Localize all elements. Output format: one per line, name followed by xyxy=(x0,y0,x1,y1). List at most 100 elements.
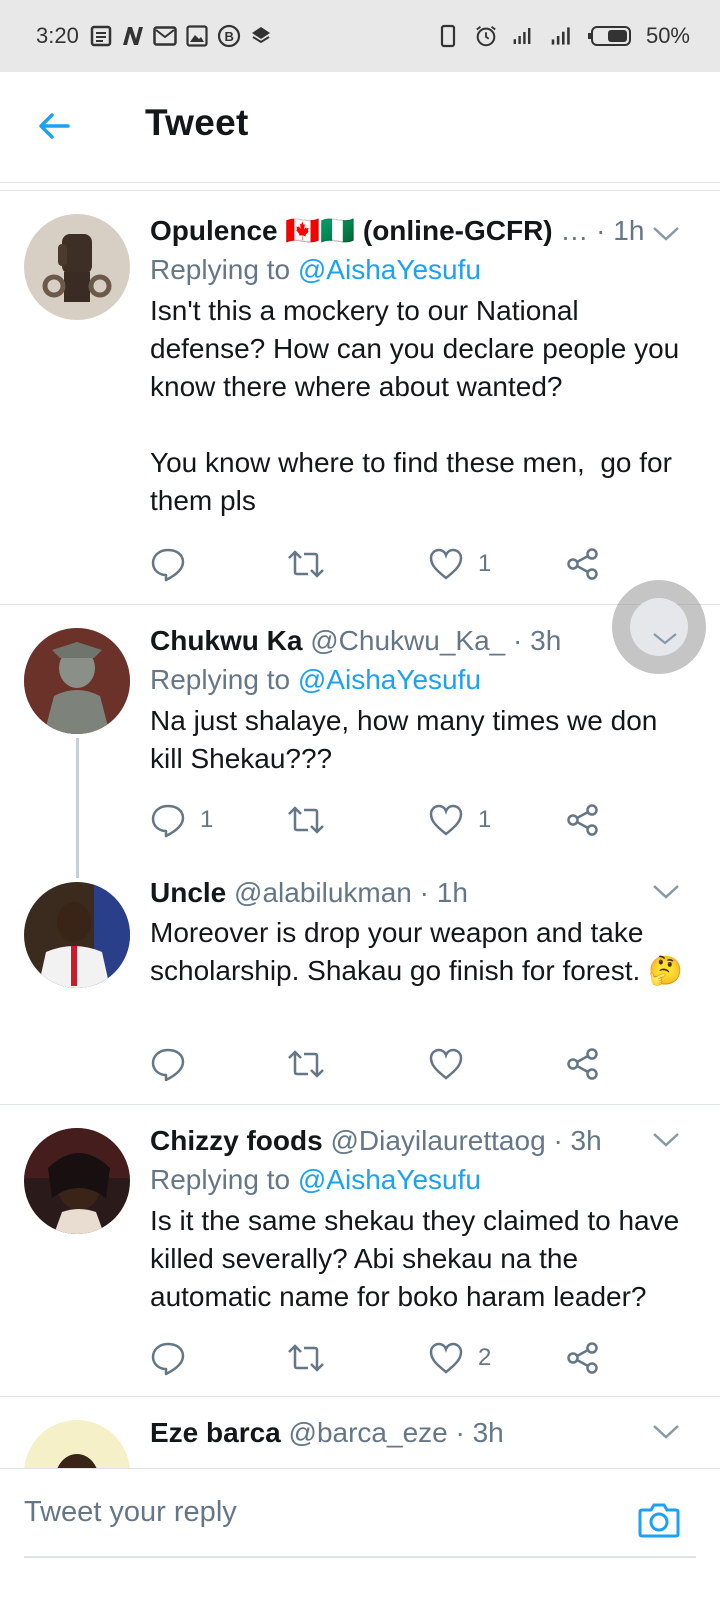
retweet-icon xyxy=(288,806,324,834)
battery-level: 50% xyxy=(645,23,690,48)
tweet-item[interactable]: Uncle @alabilukman · 1h Moreover is drop… xyxy=(0,862,720,1104)
heart-icon xyxy=(429,1342,463,1374)
back-arrow-icon[interactable] xyxy=(34,106,74,146)
mention-link[interactable]: @AishaYesufu xyxy=(298,664,481,695)
image-icon xyxy=(185,24,209,48)
signal-icon xyxy=(550,24,574,48)
svg-text:B: B xyxy=(224,29,233,44)
like-count: 1 xyxy=(478,550,492,577)
reply-button[interactable] xyxy=(150,1044,200,1084)
tweet-text: Moreover is drop your weapon and take sc… xyxy=(150,917,683,986)
avatar[interactable] xyxy=(24,628,130,734)
alarm-icon xyxy=(474,24,498,48)
reply-icon xyxy=(151,804,185,838)
tweet-text: Is it the same shekau they claimed to ha… xyxy=(150,1205,687,1312)
retweet-button[interactable] xyxy=(286,544,326,584)
heart-icon xyxy=(429,804,463,836)
reply-icon xyxy=(151,548,185,582)
tweet-time: 3h xyxy=(530,625,562,656)
mention-link[interactable]: @AishaYesufu xyxy=(298,1164,481,1195)
retweet-button[interactable] xyxy=(286,1044,326,1084)
reply-input[interactable]: Tweet your reply xyxy=(24,1496,237,1529)
heart-icon xyxy=(429,548,463,580)
share-icon xyxy=(567,548,598,580)
tweet-item[interactable]: Chukwu Ka @Chukwu_Ka_ · 3h Replying to @… xyxy=(0,604,720,878)
user-handle: @Chukwu_Ka_ xyxy=(310,625,506,656)
like-count: 2 xyxy=(478,1344,492,1371)
n-app-icon xyxy=(121,24,145,48)
display-name[interactable]: Opulence 🇨🇦🇳🇬 (online-GCFR) xyxy=(150,215,553,246)
heart-icon xyxy=(429,1048,463,1080)
user-handle: @alabilukman xyxy=(234,877,412,908)
tweet-text: Na just shalaye, how many times we don k… xyxy=(150,705,666,774)
display-name[interactable]: Chizzy foods xyxy=(150,1125,323,1156)
camera-icon[interactable] xyxy=(638,1500,680,1540)
layers-icon xyxy=(249,24,273,48)
tweet-actions: 2 xyxy=(150,1338,610,1378)
retweet-button[interactable] xyxy=(286,1338,326,1378)
share-icon xyxy=(567,1048,598,1080)
display-name[interactable]: Eze barca xyxy=(150,1417,281,1448)
status-time: 3:20 xyxy=(36,23,79,48)
tweet-time: 1h xyxy=(436,877,468,908)
like-button[interactable]: 1 xyxy=(428,544,491,584)
tweet-item[interactable]: Chizzy foods @Diayilaurettaog · 3h Reply… xyxy=(0,1104,720,1396)
battery-icon xyxy=(587,24,632,48)
input-underline xyxy=(24,1556,696,1558)
chevron-down-icon[interactable] xyxy=(652,884,680,900)
b-circle-icon: B xyxy=(217,24,241,48)
like-count: 1 xyxy=(478,806,492,833)
retweet-button[interactable] xyxy=(286,800,326,840)
share-button[interactable] xyxy=(566,544,600,584)
user-handle: @Diayilaurettaog xyxy=(330,1125,546,1156)
chevron-down-icon[interactable] xyxy=(652,1132,680,1148)
avatar[interactable] xyxy=(24,1420,130,1468)
avatar[interactable] xyxy=(24,882,130,988)
tweet-time: 3h xyxy=(472,1417,504,1448)
app-header: Tweet xyxy=(0,72,720,183)
share-button[interactable] xyxy=(566,1044,600,1084)
chevron-down-icon[interactable] xyxy=(652,226,680,242)
tweet-text: Isn't this a mockery to our National def… xyxy=(150,295,680,516)
page-title: Tweet xyxy=(145,102,249,143)
retweet-icon xyxy=(288,550,324,578)
share-button[interactable] xyxy=(566,800,600,840)
reply-button[interactable] xyxy=(150,544,200,584)
mention-link[interactable]: @AishaYesufu xyxy=(298,254,481,285)
retweet-icon xyxy=(288,1344,324,1372)
replying-label: Replying to xyxy=(150,664,291,695)
reply-button[interactable]: 1 xyxy=(150,800,213,840)
tweet-item[interactable]: Opulence 🇨🇦🇳🇬 (online-GCFR) … · 1h Reply… xyxy=(0,190,720,604)
phone-icon xyxy=(436,24,460,48)
tweet-actions: 1 xyxy=(150,544,610,584)
display-name[interactable]: Uncle xyxy=(150,877,226,908)
like-button[interactable]: 2 xyxy=(428,1338,491,1378)
replying-label: Replying to xyxy=(150,254,291,285)
tweet-item[interactable]: Eze barca @barca_eze · 3h xyxy=(0,1396,720,1468)
tweet-time: 1h xyxy=(613,215,645,246)
avatar[interactable] xyxy=(24,214,130,320)
status-bar: 3:20 B 50% xyxy=(0,0,720,72)
chevron-down-icon[interactable] xyxy=(652,1424,680,1440)
thread-line xyxy=(76,738,79,878)
display-name[interactable]: Chukwu Ka xyxy=(150,625,302,656)
like-button[interactable]: 1 xyxy=(428,800,491,840)
share-icon xyxy=(567,804,598,836)
share-icon xyxy=(567,1342,598,1374)
reply-composer xyxy=(0,1468,720,1601)
reply-icon xyxy=(151,1342,185,1376)
share-button[interactable] xyxy=(566,1338,600,1378)
news-icon xyxy=(89,24,113,48)
reply-button[interactable] xyxy=(150,1338,200,1378)
user-handle: @barca_eze xyxy=(288,1417,448,1448)
avatar[interactable] xyxy=(24,1128,130,1234)
floating-assist-button[interactable] xyxy=(612,580,706,674)
reply-count: 1 xyxy=(200,806,214,833)
mail-icon xyxy=(153,24,177,48)
signal-4g-icon xyxy=(512,24,536,48)
user-handle: … xyxy=(560,215,589,246)
tweet-actions: 1 1 xyxy=(150,800,610,840)
chevron-down-icon xyxy=(653,633,677,645)
like-button[interactable] xyxy=(428,1044,478,1084)
tweet-actions xyxy=(150,1044,610,1084)
